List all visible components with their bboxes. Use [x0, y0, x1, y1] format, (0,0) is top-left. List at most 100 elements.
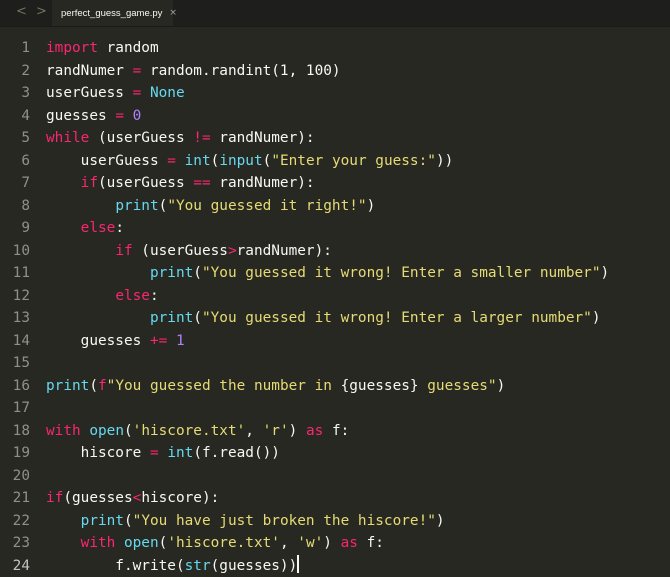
code-token: [115, 535, 124, 551]
line-number: 14: [0, 330, 30, 353]
code-line[interactable]: 18with open('hiscore.txt', 'r') as f:: [0, 420, 670, 443]
code-token: randNumer: [46, 63, 133, 79]
code-token: [124, 108, 133, 124]
code-line[interactable]: 7 if(userGuess == randNumer):: [0, 172, 670, 195]
line-number: 24: [0, 555, 30, 577]
code-line[interactable]: 5while (userGuess != randNumer):: [0, 127, 670, 150]
tab-label: perfect_guess_game.py: [61, 8, 162, 19]
code-line[interactable]: 1import random: [0, 37, 670, 60]
code-token: ): [289, 423, 306, 439]
line-number: 8: [0, 195, 30, 218]
code-text: guesses += 1: [46, 333, 185, 349]
code-text: f.write(str(guesses)): [46, 558, 297, 574]
code-line[interactable]: 9 else:: [0, 217, 670, 240]
line-number: 7: [0, 172, 30, 195]
code-token: >: [228, 243, 237, 259]
code-token: =: [167, 153, 176, 169]
code-token: if: [46, 490, 63, 506]
line-number: 17: [0, 397, 30, 420]
line-number: 4: [0, 105, 30, 128]
code-token: guesses": [419, 378, 497, 394]
code-token: input: [219, 153, 262, 169]
code-line[interactable]: 20: [0, 465, 670, 488]
code-token: (: [263, 153, 272, 169]
code-token: =: [115, 108, 124, 124]
tab-bar: < > perfect_guess_game.py ×: [0, 0, 670, 27]
code-token: 'w': [297, 535, 323, 551]
code-line[interactable]: 6 userGuess = int(input("Enter your gues…: [0, 150, 670, 173]
code-line[interactable]: 24 f.write(str(guesses)): [0, 555, 670, 577]
code-token: (userGuess: [89, 130, 193, 146]
line-number: 10: [0, 240, 30, 263]
line-number: 6: [0, 150, 30, 173]
line-number: 5: [0, 127, 30, 150]
code-token: [46, 265, 150, 281]
line-number: 23: [0, 532, 30, 555]
code-token: "You guessed it right!": [167, 198, 366, 214]
code-line[interactable]: 23 with open('hiscore.txt', 'w') as f:: [0, 532, 670, 555]
line-number: 13: [0, 307, 30, 330]
code-text: if(userGuess == randNumer):: [46, 175, 315, 191]
line-number: 16: [0, 375, 30, 398]
tab-perfect-guess-game[interactable]: perfect_guess_game.py ×: [52, 0, 173, 26]
code-token: [46, 310, 150, 326]
code-token: with: [81, 535, 116, 551]
code-line[interactable]: 21if(guesses<hiscore):: [0, 487, 670, 510]
code-token: [46, 198, 115, 214]
code-token: as: [306, 423, 323, 439]
code-line[interactable]: 10 if (userGuess>randNumer):: [0, 240, 670, 263]
code-line[interactable]: 2randNumer = random.randint(1, 100): [0, 60, 670, 83]
code-token: print: [150, 265, 193, 281]
code-line[interactable]: 8 print("You guessed it right!"): [0, 195, 670, 218]
code-token: <: [133, 490, 142, 506]
line-number: 18: [0, 420, 30, 443]
line-number: 2: [0, 60, 30, 83]
code-token: int: [185, 153, 211, 169]
code-token: 'hiscore.txt': [167, 535, 280, 551]
code-token: else: [115, 288, 150, 304]
code-token: randNumer):: [237, 243, 332, 259]
code-token: guesses: [46, 108, 115, 124]
code-line[interactable]: 11 print("You guessed it wrong! Enter a …: [0, 262, 670, 285]
code-token: print: [46, 378, 89, 394]
code-line[interactable]: 12 else:: [0, 285, 670, 308]
code-token: "You guessed the number in: [107, 378, 341, 394]
code-token: =: [150, 445, 159, 461]
code-text: else:: [46, 220, 124, 236]
code-line[interactable]: 16print(f"You guessed the number in {gue…: [0, 375, 670, 398]
code-text: with open('hiscore.txt', 'w') as f:: [46, 535, 384, 551]
code-token: 'hiscore.txt': [133, 423, 246, 439]
text-cursor: [297, 555, 299, 573]
code-token: "Enter your guess:": [271, 153, 436, 169]
back-arrow-icon[interactable]: <: [16, 4, 27, 20]
code-token: else: [81, 220, 116, 236]
code-token: !=: [193, 130, 210, 146]
code-token: (: [89, 378, 98, 394]
forward-arrow-icon[interactable]: >: [36, 4, 47, 20]
code-token: as: [341, 535, 358, 551]
code-token: [159, 445, 168, 461]
code-token: ): [323, 535, 340, 551]
code-token: =: [133, 85, 142, 101]
code-text: if(guesses<hiscore):: [46, 490, 219, 506]
code-line[interactable]: 4 guesses = 0: [0, 105, 670, 128]
code-line[interactable]: 22 print("You have just broken the hisco…: [0, 510, 670, 533]
code-token: ): [601, 265, 610, 281]
code-line[interactable]: 19 hiscore = int(f.read()): [0, 442, 670, 465]
close-icon[interactable]: ×: [169, 8, 177, 18]
code-token: ): [367, 198, 376, 214]
code-line[interactable]: 14 guesses += 1: [0, 330, 670, 353]
code-token: while: [46, 130, 89, 146]
code-token: open: [124, 535, 159, 551]
code-token: userGuess: [46, 85, 133, 101]
code-line[interactable]: 17: [0, 397, 670, 420]
code-text: guesses = 0: [46, 108, 141, 124]
code-line[interactable]: 13 print("You guessed it wrong! Enter a …: [0, 307, 670, 330]
code-token: f:: [323, 423, 349, 439]
code-token: [46, 220, 81, 236]
code-line[interactable]: 3userGuess = None: [0, 82, 670, 105]
line-number: 11: [0, 262, 30, 285]
code-token: [167, 333, 176, 349]
line-number: 1: [0, 37, 30, 60]
code-line[interactable]: 15: [0, 352, 670, 375]
